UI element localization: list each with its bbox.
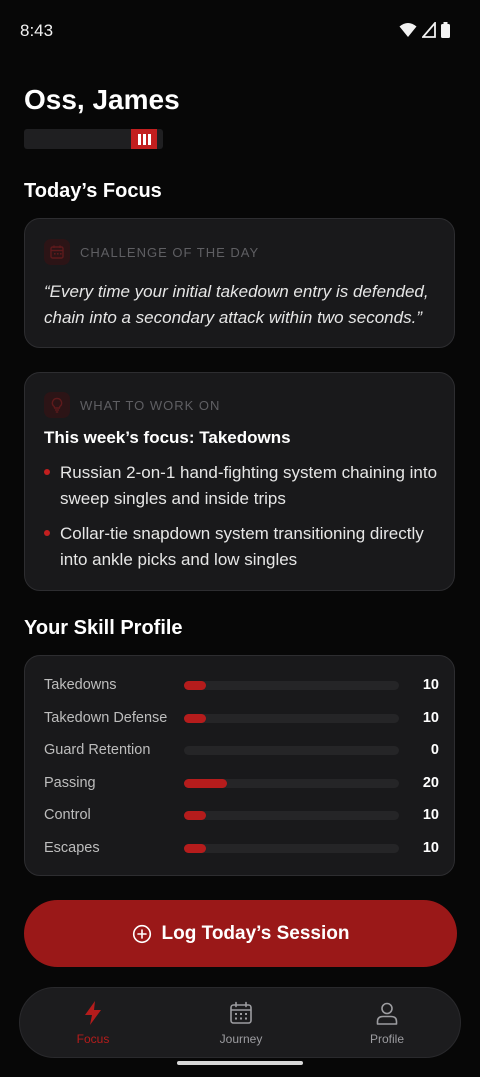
skill-value: 20 <box>422 775 439 791</box>
bullet-dot <box>44 469 50 475</box>
work-on-header: WHAT TO WORK ON <box>44 392 220 418</box>
status-time: 8:43 <box>20 21 54 40</box>
status-bar: 8:43 <box>0 0 480 62</box>
weekly-focus-heading: This week’s focus: Takedowns <box>44 428 291 447</box>
belt-rank <box>24 129 163 149</box>
status-icons <box>399 22 450 38</box>
greeting-title: Oss, James <box>24 84 180 115</box>
skill-bar-track <box>184 844 399 853</box>
skill-row-guard-retention: Guard Retention 0 <box>44 740 439 760</box>
todays-focus-title: Today’s Focus <box>24 180 162 202</box>
skill-row-control: Control 10 <box>44 805 439 825</box>
person-icon <box>376 1002 398 1025</box>
challenge-header: CHALLENGE OF THE DAY <box>44 239 259 265</box>
challenge-label: CHALLENGE OF THE DAY <box>80 244 260 260</box>
skill-value: 10 <box>422 807 439 823</box>
bottom-nav: Focus Journey Profile <box>19 987 461 1058</box>
lightning-bolt-icon <box>85 1001 101 1025</box>
skill-name: Control <box>44 807 91 823</box>
skill-bar-fill <box>184 779 227 788</box>
nav-label: Profile <box>369 1032 404 1046</box>
skill-bar-fill <box>184 844 206 853</box>
skill-row-passing: Passing 20 <box>44 773 439 793</box>
wifi-icon <box>399 23 417 37</box>
work-on-label: WHAT TO WORK ON <box>80 397 221 413</box>
nav-label: Journey <box>219 1032 263 1046</box>
calendar-icon <box>230 1001 252 1024</box>
nav-label: Focus <box>76 1032 110 1046</box>
log-session-label: Log Today’s Session <box>161 922 350 944</box>
challenge-card: CHALLENGE OF THE DAY “Every time your in… <box>24 218 455 348</box>
nav-item-focus[interactable]: Focus <box>38 1000 148 1046</box>
skill-bar-track <box>184 811 399 820</box>
list-item: Collar-tie snapdown system transitioning… <box>44 521 439 573</box>
list-item: Russian 2-on-1 hand-fighting system chai… <box>44 460 439 512</box>
skill-bar-fill <box>184 714 206 723</box>
skill-bar-fill <box>184 681 206 690</box>
lightbulb-icon <box>44 392 70 418</box>
belt-stripe <box>147 133 151 145</box>
skill-name: Takedown Defense <box>44 710 168 726</box>
battery-icon <box>441 22 450 38</box>
belt-stripe <box>137 133 141 145</box>
nav-item-journey[interactable]: Journey <box>186 1000 296 1046</box>
skill-name: Guard Retention <box>44 742 151 758</box>
home-indicator[interactable] <box>177 1061 303 1065</box>
bullet-dot <box>44 530 50 536</box>
calendar-icon <box>44 239 70 265</box>
belt-bar <box>131 129 157 149</box>
skill-name: Takedowns <box>44 677 117 693</box>
skill-name: Passing <box>44 775 96 791</box>
list-item-text: Collar-tie snapdown system transitioning… <box>60 524 424 569</box>
focus-list: Russian 2-on-1 hand-fighting system chai… <box>44 460 439 582</box>
skill-value: 10 <box>422 840 439 856</box>
nav-item-profile[interactable]: Profile <box>332 1000 442 1046</box>
list-item-text: Russian 2-on-1 hand-fighting system chai… <box>60 463 438 508</box>
skill-value: 0 <box>430 742 439 758</box>
belt-stripe <box>142 133 146 145</box>
skill-row-takedown-defense: Takedown Defense 10 <box>44 708 439 728</box>
work-on-card: WHAT TO WORK ON This week’s focus: Taked… <box>24 372 455 591</box>
log-session-button[interactable]: Log Today’s Session <box>24 900 457 967</box>
skill-bar-track <box>184 746 399 755</box>
skill-row-escapes: Escapes 10 <box>44 838 439 858</box>
skill-value: 10 <box>422 677 439 693</box>
challenge-quote: “Every time your initial takedown entry … <box>44 282 429 327</box>
skill-bar-track <box>184 714 399 723</box>
skill-bar-track <box>184 779 399 788</box>
cellular-signal-icon <box>422 22 436 38</box>
plus-circle-icon <box>132 924 151 943</box>
skill-bar-track <box>184 681 399 690</box>
skill-value: 10 <box>422 710 439 726</box>
skill-bar-fill <box>184 811 206 820</box>
skill-profile-title: Your Skill Profile <box>24 617 183 639</box>
skill-row-takedowns: Takedowns 10 <box>44 675 439 695</box>
skill-name: Escapes <box>44 840 100 856</box>
skill-profile-card: Takedowns 10 Takedown Defense 10 Guard R… <box>24 655 455 876</box>
